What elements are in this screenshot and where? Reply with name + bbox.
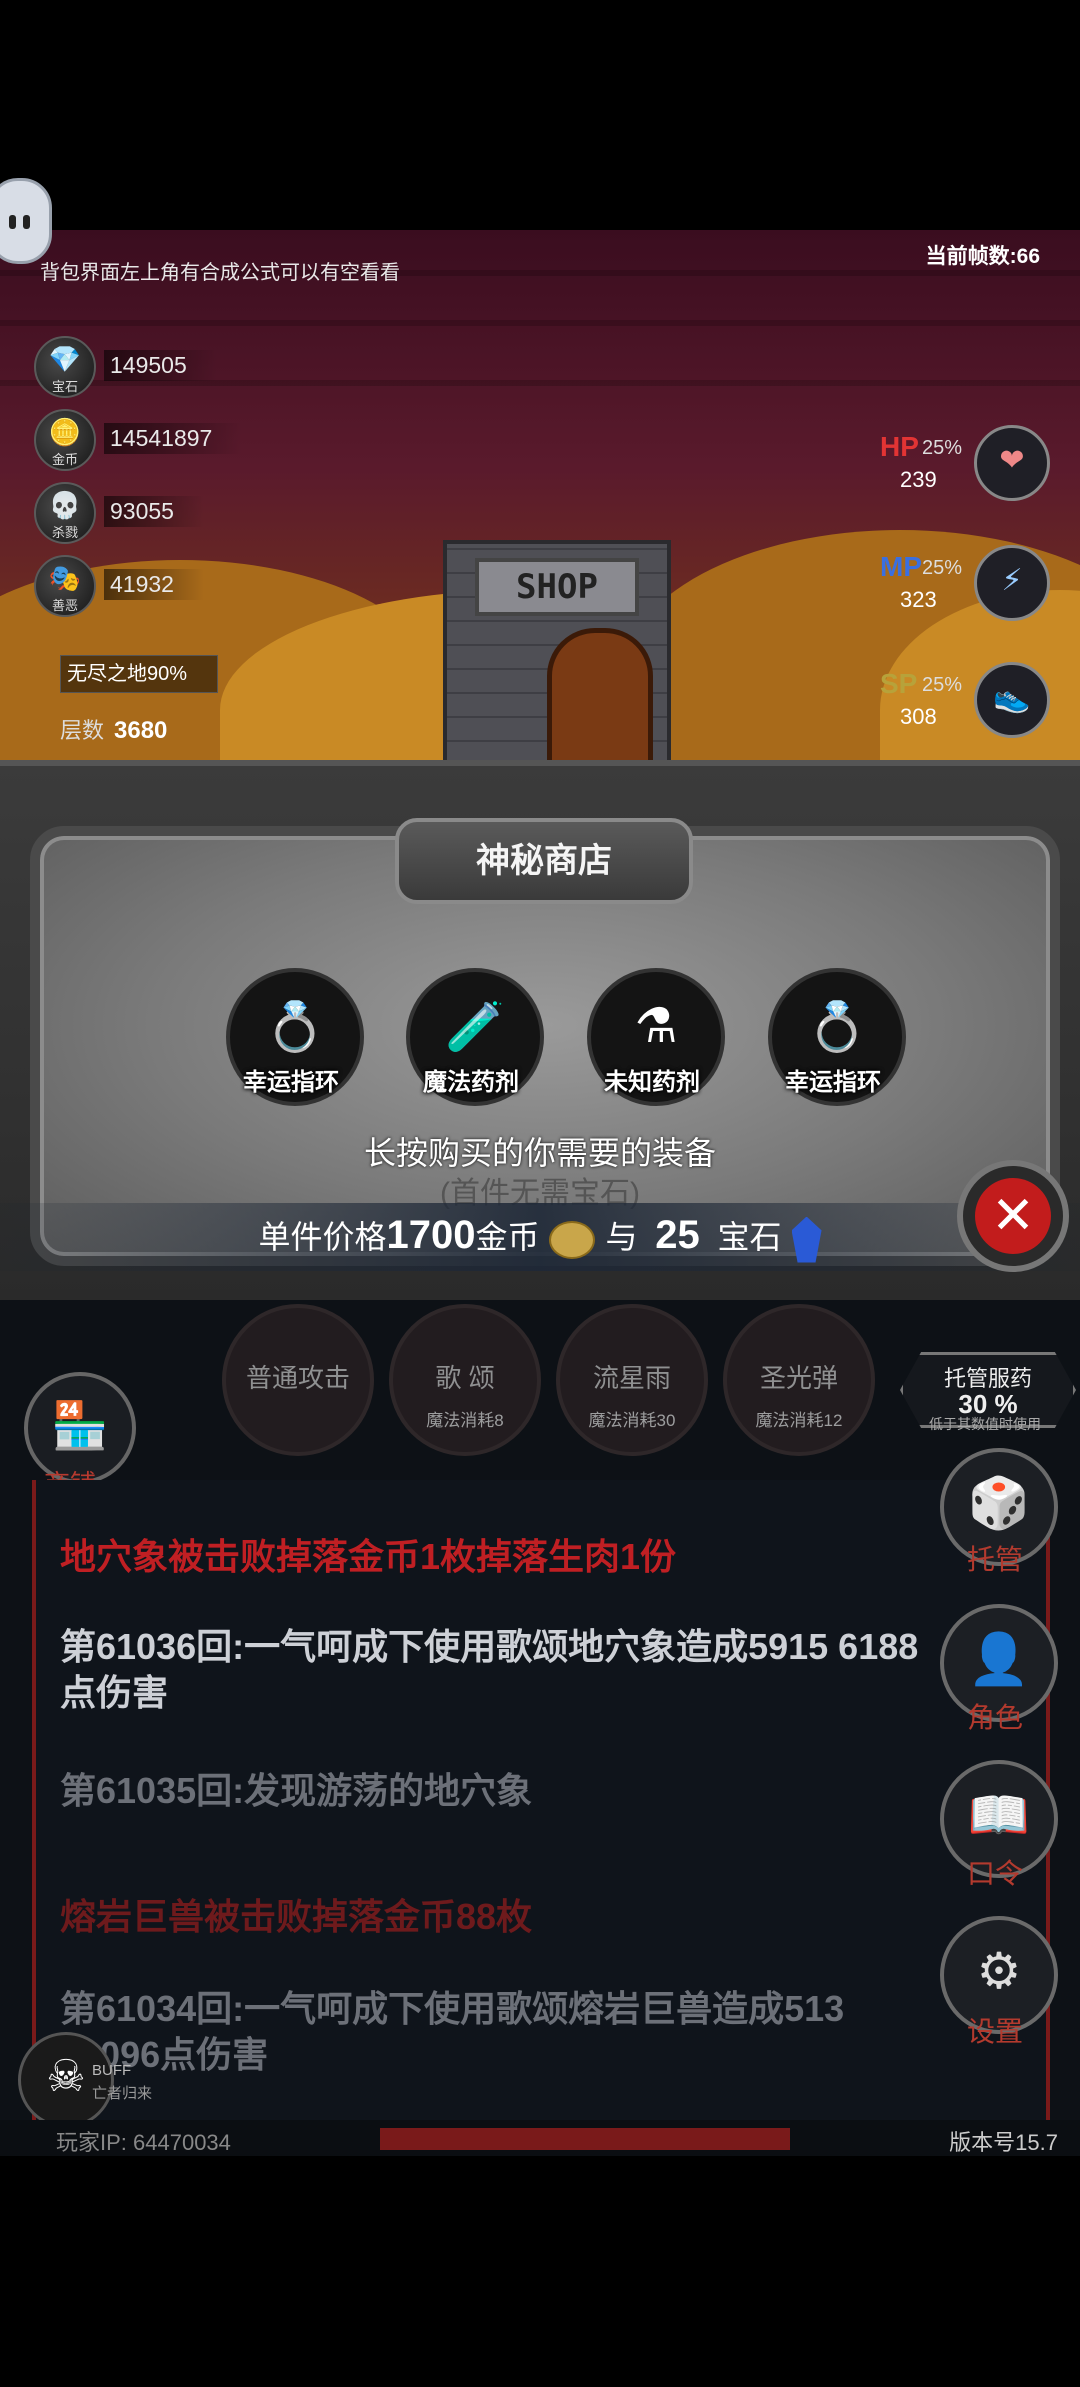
- flask-icon: ⚗: [634, 1000, 678, 1053]
- auto-button-label: 托管: [966, 1544, 1023, 1575]
- log-line: 地穴象被击败掉落金币1枚掉落生肉1份: [60, 1536, 677, 1577]
- log-line: 第61034回:一气呵成下使用歌颂熔岩巨兽造成513 96096点伤害: [60, 1988, 845, 2075]
- price-line: 单件价格1700金币与 25 宝石: [0, 1212, 1080, 1263]
- buff-title: BUFF: [92, 2062, 132, 2079]
- floor-label: 层数: [60, 718, 105, 743]
- zone-progress: 无尽之地90%: [60, 655, 218, 693]
- buff-button[interactable]: ☠: [18, 2032, 114, 2128]
- shop-title: 神秘商店: [395, 818, 693, 904]
- shop-item-label: 幸运指环: [785, 1069, 881, 1096]
- potion-icon: 🧪: [445, 1001, 505, 1054]
- log-line: 熔岩巨兽被击败掉落金币88枚: [60, 1896, 533, 1937]
- buff-subtitle: 亡者归来: [92, 2085, 153, 2102]
- shop-sign: SHOP: [475, 558, 639, 616]
- gem-icon: 💎 宝石: [34, 336, 96, 398]
- sp-stat: SP 25% 308 👟: [880, 662, 1050, 742]
- price-gems: 25: [655, 1213, 700, 1257]
- dice-icon: 🎲: [967, 1475, 1031, 1531]
- fps-counter: 当前帧数:66: [925, 245, 1040, 268]
- mp-potion-icon[interactable]: ⚡: [974, 545, 1050, 621]
- gold-value: 14541897: [104, 423, 243, 454]
- hint-text: 背包界面左上角有合成公式可以有空看看: [40, 262, 400, 284]
- book-icon: 📖: [967, 1787, 1031, 1843]
- skill-meteor[interactable]: 流星雨 魔法消耗30: [556, 1304, 708, 1456]
- coin-icon: [549, 1220, 596, 1259]
- ring-icon: 💍: [807, 1001, 867, 1054]
- mp-stat: MP 25% 323 ⚡: [880, 545, 1050, 625]
- hooded-figure-icon: 👤: [967, 1631, 1031, 1687]
- mask-icon: 🎭 善恶: [34, 555, 96, 617]
- hp-potion-icon[interactable]: ❤: [974, 425, 1050, 501]
- skill-praise[interactable]: 歌 颂魔法消耗8: [389, 1304, 541, 1456]
- gear-icon: ⚙: [976, 1943, 1022, 1999]
- shop-building: SHOP: [443, 540, 671, 778]
- gem-icon: [791, 1216, 822, 1263]
- kills-value: 93055: [104, 496, 204, 527]
- skill-holy-bolt[interactable]: 圣光弹 魔法消耗12: [723, 1304, 875, 1456]
- log-line: 第61036回:一气呵成下使用歌颂地穴象造成5915 6188点伤害: [60, 1626, 919, 1713]
- code-button-label: 口令: [966, 1858, 1023, 1889]
- hp-stat: HP 25% 239 ❤: [880, 425, 1050, 505]
- gems-value: 149505: [104, 350, 217, 381]
- shop-item-label: 幸运指环: [243, 1069, 339, 1096]
- karma-value: 41932: [104, 569, 204, 600]
- close-shop-button[interactable]: ✕: [957, 1160, 1069, 1272]
- settings-button-label: 设置: [966, 2016, 1023, 2047]
- skill-normal-attack[interactable]: 普通攻击: [222, 1304, 374, 1456]
- player-ip: 玩家IP: 64470034: [56, 2130, 231, 2155]
- sp-boot-icon[interactable]: 👟: [974, 662, 1050, 738]
- shop-door: [547, 628, 653, 778]
- ring-icon: 💍: [265, 1001, 325, 1054]
- floating-assist-ball[interactable]: [0, 178, 52, 264]
- progress-strip: [380, 2128, 790, 2150]
- skull-icon: 💀 杀戮: [34, 482, 96, 544]
- price-gold: 1700: [386, 1213, 476, 1257]
- auto-potion-note: 低于其数值时使用: [929, 1416, 1041, 1432]
- shop-icon: 🏪: [51, 1399, 109, 1451]
- close-icon: ✕: [975, 1178, 1051, 1254]
- log-line: 第61035回:发现游荡的地穴象: [60, 1770, 533, 1811]
- character-button-label: 角色: [966, 1702, 1023, 1733]
- floor-value: 3680: [114, 717, 168, 744]
- coin-icon: 🪙 金币: [34, 409, 96, 471]
- shop-item-label: 未知药剂: [604, 1069, 700, 1096]
- shop-item-label: 魔法药剂: [423, 1069, 519, 1096]
- version-label: 版本号15.7: [949, 2130, 1058, 2155]
- floor-count: 层数 3680: [60, 713, 167, 745]
